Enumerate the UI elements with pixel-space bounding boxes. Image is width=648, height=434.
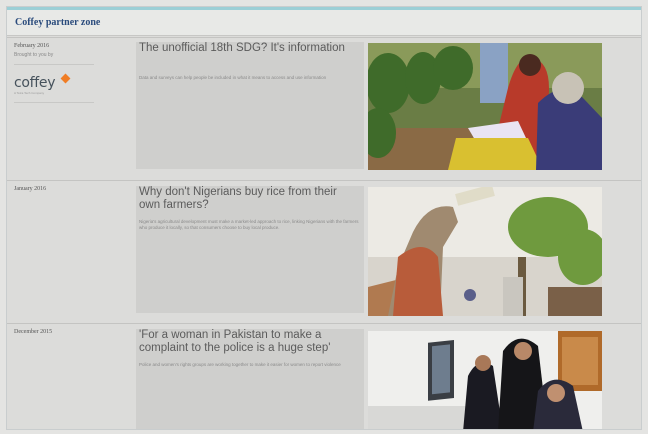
- article-title[interactable]: 'For a woman in Pakistan to make a compl…: [139, 329, 361, 355]
- article-date: February 2016: [14, 43, 50, 49]
- article-row: February 2016 Brought to you by coffey A…: [7, 37, 641, 179]
- article-description: Police and women's rights groups are wor…: [139, 362, 341, 367]
- article-row: January 2016 Why don't Nigerians buy ric…: [7, 180, 641, 322]
- coffey-logo-mark-icon: [60, 73, 71, 84]
- article-card[interactable]: Why don't Nigerians buy rice from their …: [136, 186, 364, 313]
- article-description: Nigeria's agricultural development must …: [139, 219, 359, 230]
- logo-wordmark: coffey: [14, 75, 56, 91]
- article-description: Data and surveys can help people be incl…: [139, 75, 327, 80]
- article-photo[interactable]: [368, 331, 602, 429]
- article-card[interactable]: 'For a woman in Pakistan to make a compl…: [136, 329, 364, 429]
- coffey-logo[interactable]: coffey A Tetra Tech Company: [14, 73, 84, 97]
- divider: [14, 64, 94, 65]
- sponsor-label: Brought to you by: [14, 52, 54, 58]
- zone-title[interactable]: Coffey partner zone: [15, 17, 100, 28]
- article-photo[interactable]: [368, 187, 602, 316]
- logo-tagline: A Tetra Tech Company: [14, 91, 45, 95]
- article-title[interactable]: Why don't Nigerians buy rice from their …: [139, 186, 361, 212]
- zone-header: Coffey partner zone: [7, 10, 641, 36]
- article-photo[interactable]: [368, 43, 602, 170]
- article-date: December 2015: [14, 329, 53, 335]
- article-card[interactable]: The unofficial 18th SDG? It's informatio…: [136, 42, 364, 169]
- partner-zone-panel: Coffey partner zone February 2016 Brough…: [6, 6, 642, 430]
- article-date: January 2016: [14, 186, 47, 192]
- article-row: December 2015 'For a woman in Pakistan t…: [7, 323, 641, 429]
- divider: [14, 102, 94, 103]
- article-title[interactable]: The unofficial 18th SDG? It's informatio…: [139, 42, 361, 55]
